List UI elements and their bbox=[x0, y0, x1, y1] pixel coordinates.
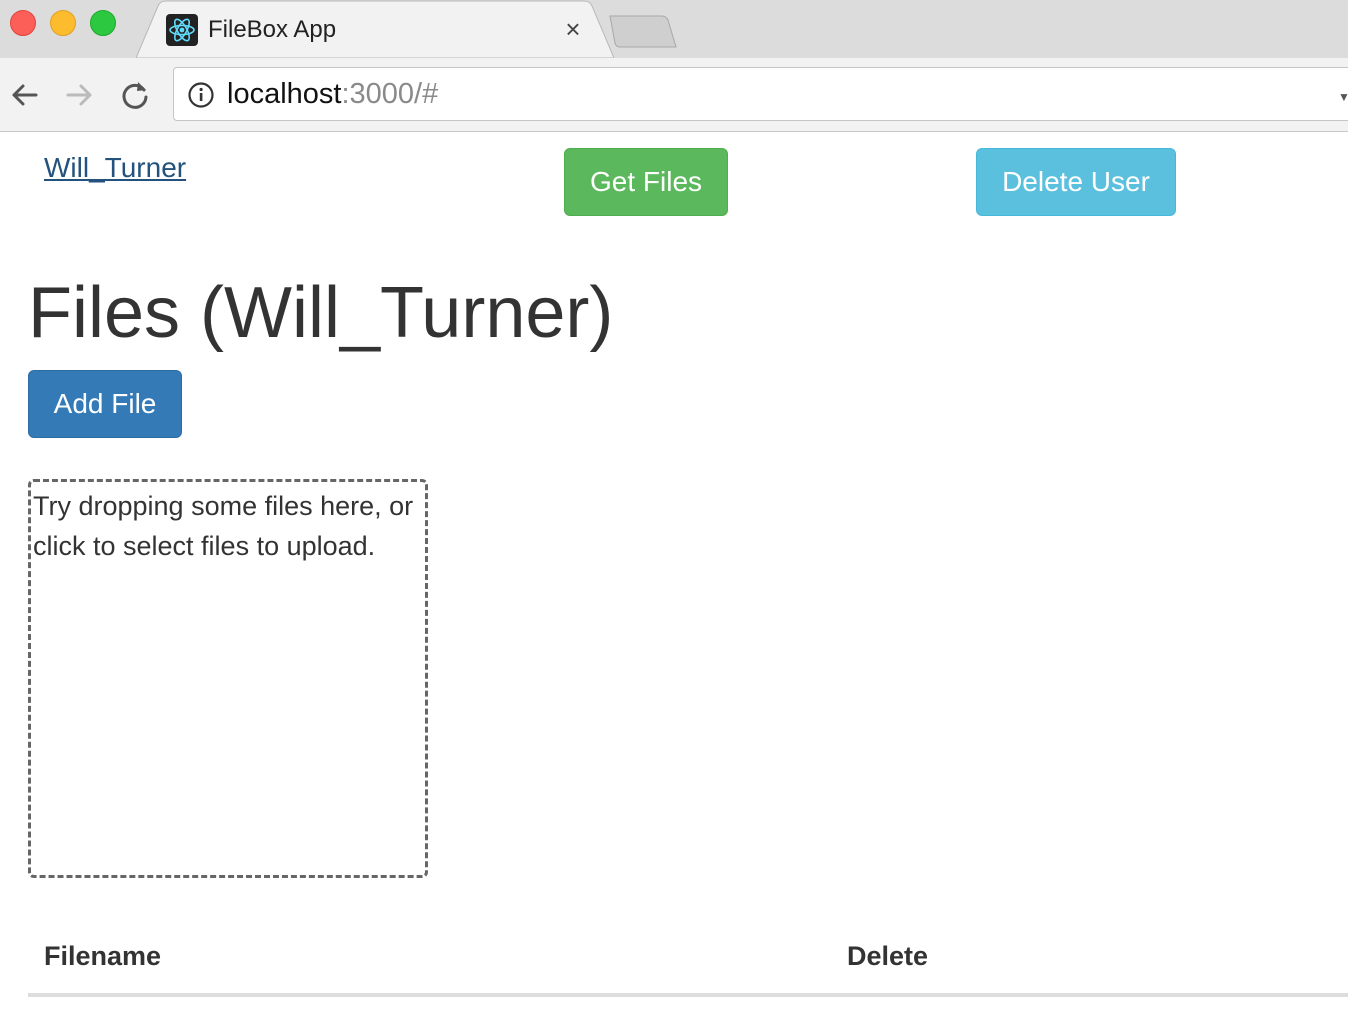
react-icon bbox=[166, 14, 198, 46]
page-content: Will_Turner Get Files Delete User Files … bbox=[0, 133, 1348, 1010]
reload-icon[interactable] bbox=[118, 78, 152, 112]
close-window-button[interactable] bbox=[10, 10, 36, 36]
info-icon[interactable] bbox=[187, 81, 215, 109]
address-bar[interactable]: localhost:3000/# ▼ bbox=[173, 67, 1348, 121]
arrow-right-icon[interactable] bbox=[62, 78, 96, 112]
delete-user-button[interactable]: Delete User bbox=[976, 148, 1176, 216]
minimize-window-button[interactable] bbox=[50, 10, 76, 36]
files-table: Filename Delete bbox=[28, 925, 1348, 997]
column-header-filename: Filename bbox=[28, 925, 831, 997]
maximize-window-button[interactable] bbox=[90, 10, 116, 36]
browser-tab-strip: FileBox App × bbox=[0, 0, 1348, 58]
table-header-row: Filename Delete bbox=[28, 925, 1348, 997]
arrow-left-icon[interactable] bbox=[8, 78, 42, 112]
tab-close-icon[interactable]: × bbox=[560, 16, 586, 42]
page-title: Files (Will_Turner) bbox=[28, 273, 614, 353]
file-dropzone[interactable]: Try dropping some files here, or click t… bbox=[28, 479, 428, 878]
url-path: :3000/# bbox=[341, 78, 439, 110]
new-tab-button[interactable] bbox=[606, 14, 678, 50]
add-file-button[interactable]: Add File bbox=[28, 370, 182, 438]
browser-tab[interactable]: FileBox App × bbox=[136, 0, 614, 58]
chevron-down-icon[interactable]: ▼ bbox=[1338, 90, 1348, 104]
dropzone-instructions: Try dropping some files here, or click t… bbox=[33, 491, 414, 561]
url-host: localhost bbox=[227, 78, 342, 110]
get-files-button[interactable]: Get Files bbox=[564, 148, 728, 216]
browser-toolbar: localhost:3000/# ▼ bbox=[0, 58, 1348, 132]
tab-title: FileBox App bbox=[208, 16, 337, 43]
user-link[interactable]: Will_Turner bbox=[44, 152, 186, 184]
column-header-delete: Delete bbox=[831, 925, 1348, 997]
url-text: localhost:3000/# bbox=[227, 78, 438, 111]
